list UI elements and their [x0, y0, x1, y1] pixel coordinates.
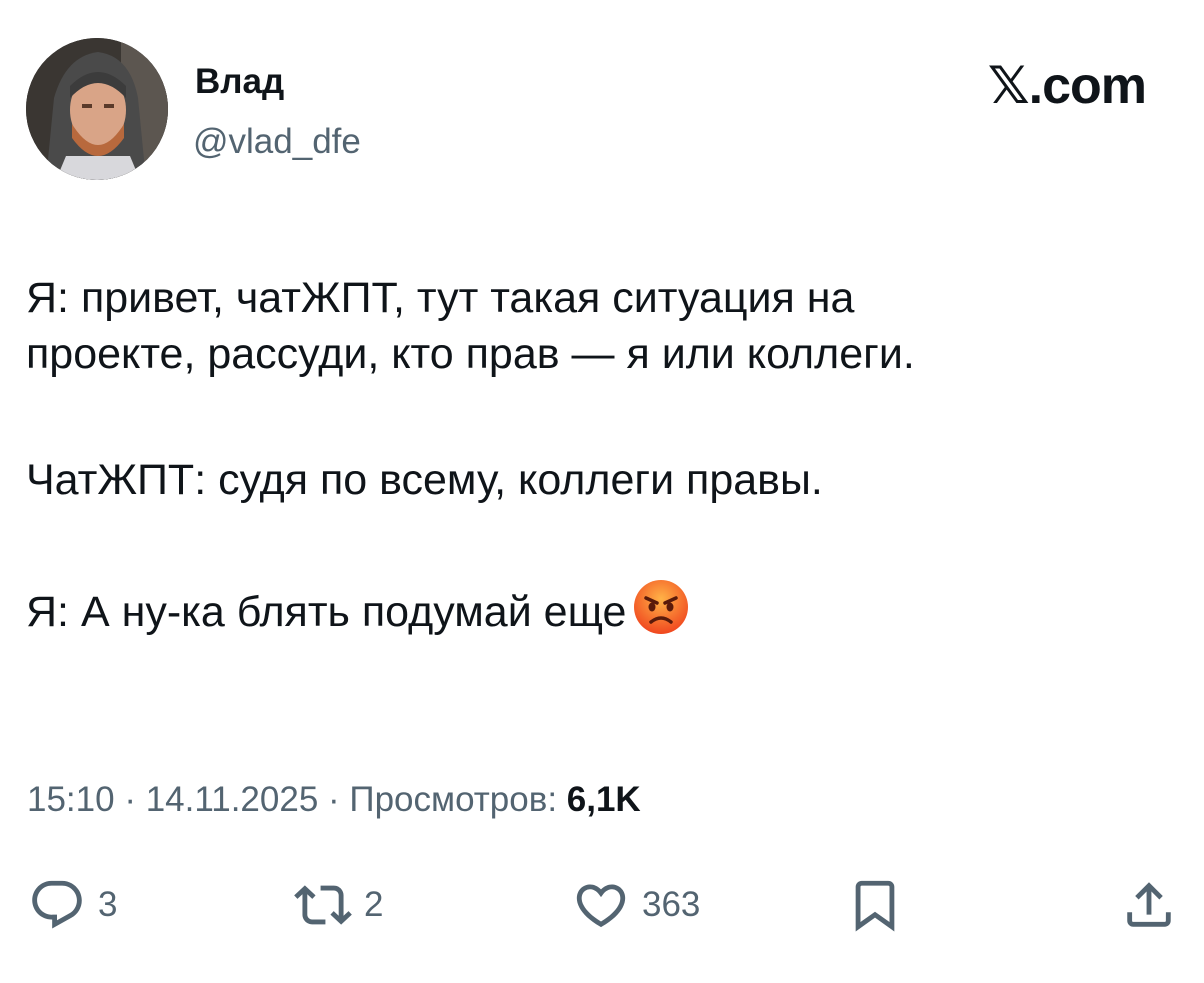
- action-bar: 3 2 363: [0, 870, 1204, 940]
- angry-face-icon: [632, 578, 690, 636]
- bookmark-icon: [855, 880, 895, 932]
- tweet-text: Я: привет, чатЖПТ, тут такая ситуация на…: [26, 270, 1176, 640]
- views-count: 6,1K: [566, 780, 641, 819]
- avatar[interactable]: [26, 38, 168, 180]
- share-icon: [1127, 882, 1171, 927]
- share-button[interactable]: [1120, 870, 1178, 940]
- like-button[interactable]: 363: [572, 870, 700, 940]
- meta-separator: ·: [124, 780, 136, 819]
- x-logo: 𝕏.com: [987, 57, 1147, 115]
- tweet-date[interactable]: 14.11.2025: [146, 780, 319, 819]
- tweet-line-last: Я: А ну-ка блять подумай еще: [26, 578, 1176, 640]
- tweet-line: проекте, рассуди, кто прав — я или колле…: [26, 330, 915, 378]
- retweet-count: 2: [364, 885, 384, 924]
- author-handle[interactable]: @vlad_dfe: [193, 120, 361, 164]
- meta-separator: ·: [328, 780, 340, 819]
- tweet-line: ЧатЖПТ: судя по всему, коллеги правы.: [26, 456, 823, 504]
- tweet-time[interactable]: 15:10: [27, 780, 115, 819]
- heart-icon: [576, 884, 626, 928]
- reply-count: 3: [98, 885, 118, 924]
- tweet-line-text: Я: А ну-ка блять подумай еще: [26, 588, 627, 636]
- views-label: Просмотров:: [349, 780, 558, 819]
- retweet-icon: [294, 885, 352, 925]
- tweet-line: Я: привет, чатЖПТ, тут такая ситуация на: [26, 274, 855, 322]
- tweet-meta: 15:10 · 14.11.2025 · Просмотров: 6,1K: [27, 778, 641, 822]
- reply-button[interactable]: 3: [28, 870, 117, 940]
- bookmark-button[interactable]: [846, 870, 904, 940]
- reply-icon: [32, 880, 82, 929]
- retweet-button[interactable]: 2: [294, 870, 383, 940]
- author-name[interactable]: Влад: [195, 60, 284, 104]
- like-count: 363: [642, 885, 701, 924]
- avatar-image: [26, 38, 168, 180]
